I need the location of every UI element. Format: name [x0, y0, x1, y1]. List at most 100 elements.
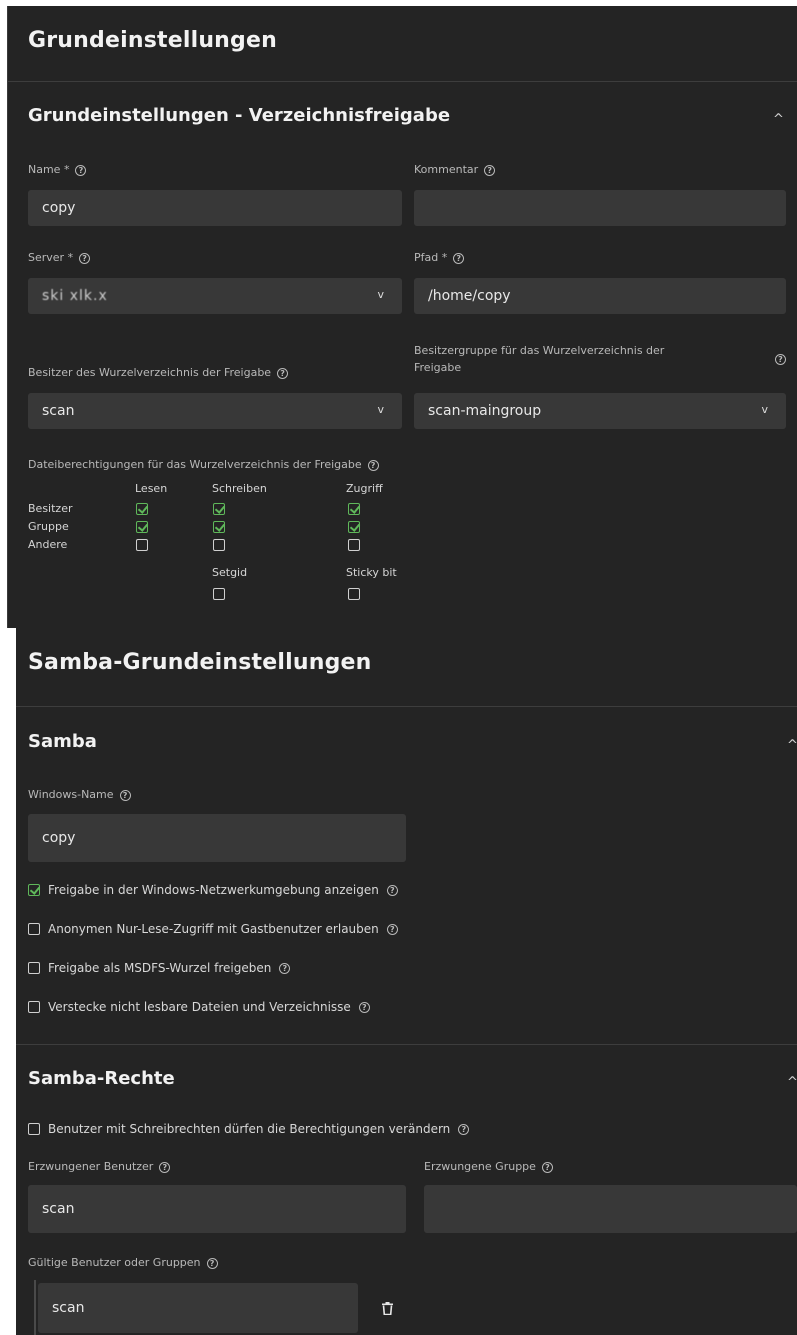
forced-group-label-text: Erzwungene Gruppe: [424, 1160, 536, 1173]
divider: [16, 1044, 797, 1045]
divider: [16, 706, 797, 707]
help-icon[interactable]: ?: [453, 252, 465, 264]
option-guest-ok[interactable]: Anonymen Nur-Lese-Zugriff mit Gastbenutz…: [28, 922, 398, 936]
option-label: Benutzer mit Schreibrechten dürfen die B…: [48, 1122, 451, 1136]
owner-group-label-line1: Besitzergruppe für das Wurzelverzeichnis…: [414, 344, 665, 357]
help-icon[interactable]: ?: [279, 962, 291, 974]
server-label-text: Server *: [28, 251, 74, 264]
perm-checkbox-group-exec[interactable]: [348, 521, 360, 533]
trash-icon[interactable]: [382, 1300, 393, 1319]
name-input[interactable]: copy: [28, 190, 402, 226]
help-icon[interactable]: ?: [358, 1001, 370, 1013]
option-label: Freigabe in der Windows-Netzwerkumgebung…: [48, 883, 379, 897]
windows-name-label: Windows-Name ?: [28, 788, 131, 802]
owner-group-select[interactable]: scan-maingroup v: [414, 393, 786, 429]
path-input[interactable]: /home/copy: [414, 278, 786, 314]
perm-checkbox-other-read[interactable]: [136, 539, 148, 551]
chevron-up-icon[interactable]: ^: [787, 738, 797, 753]
perm-checkbox-owner-exec[interactable]: [348, 503, 360, 515]
help-icon[interactable]: ?: [75, 164, 87, 176]
help-icon[interactable]: ?: [541, 1161, 553, 1173]
page-title: Grundeinstellungen: [28, 28, 277, 53]
help-icon[interactable]: ?: [206, 1257, 218, 1269]
help-icon[interactable]: ?: [484, 164, 496, 176]
owner-group-label-line2: Freigabe: [414, 361, 462, 374]
option-browseable[interactable]: Freigabe in der Windows-Netzwerkumgebung…: [28, 883, 398, 897]
owner-group-value: scan-maingroup: [428, 403, 542, 419]
perm-checkbox-other-exec[interactable]: [348, 539, 360, 551]
chevron-down-icon: v: [761, 403, 768, 416]
help-icon[interactable]: ?: [367, 459, 379, 471]
perm-row-group: Gruppe: [28, 520, 69, 533]
help-icon[interactable]: ?: [159, 1161, 171, 1173]
valid-users-label-text: Gültige Benutzer oder Gruppen: [28, 1256, 201, 1269]
help-icon[interactable]: ?: [458, 1123, 470, 1135]
windows-name-input[interactable]: copy: [28, 814, 406, 862]
forced-group-input[interactable]: [424, 1185, 797, 1233]
name-label-text: Name *: [28, 163, 70, 176]
permissions-label-text: Dateiberechtigungen für das Wurzelverzei…: [28, 458, 362, 471]
path-label: Pfad * ?: [414, 251, 465, 265]
forced-user-label: Erzwungener Benutzer ?: [28, 1160, 171, 1174]
help-icon[interactable]: ?: [119, 789, 131, 801]
checkbox[interactable]: [28, 962, 40, 974]
chevron-down-icon: v: [377, 403, 384, 416]
checkbox[interactable]: [28, 923, 40, 935]
help-icon[interactable]: ?: [775, 354, 786, 365]
comment-input[interactable]: [414, 190, 786, 226]
perm-col-write: Schreiben: [212, 482, 267, 495]
forced-user-input[interactable]: scan: [28, 1185, 406, 1233]
option-label: Verstecke nicht lesbare Dateien und Verz…: [48, 1000, 351, 1014]
chevron-down-icon: v: [377, 288, 384, 301]
chevron-up-icon[interactable]: ^: [787, 1075, 797, 1090]
perm-col-read: Lesen: [135, 482, 168, 495]
help-icon[interactable]: ?: [277, 367, 289, 379]
card-title-share: Grundeinstellungen - Verzeichnisfreigabe: [28, 105, 451, 126]
help-icon[interactable]: ?: [386, 923, 398, 935]
owner-label-text: Besitzer des Wurzelverzeichnis der Freig…: [28, 366, 272, 379]
card-title-samba: Samba: [28, 731, 97, 752]
perm-checkbox-group-write[interactable]: [213, 521, 225, 533]
divider: [8, 81, 797, 82]
owner-select[interactable]: scan v: [28, 393, 402, 429]
perm-row-other: Andere: [28, 538, 68, 551]
card-title-samba-rights: Samba-Rechte: [28, 1068, 175, 1089]
help-icon[interactable]: ?: [79, 252, 91, 264]
comment-label-text: Kommentar: [414, 163, 479, 176]
sticky-bit-label: Sticky bit: [346, 566, 397, 579]
owner-group-label: Besitzergruppe für das Wurzelverzeichnis…: [414, 344, 786, 375]
sticky-bit-checkbox[interactable]: [348, 588, 360, 600]
checkbox[interactable]: [28, 1123, 40, 1135]
forced-group-label: Erzwungene Gruppe ?: [424, 1160, 553, 1174]
help-icon[interactable]: ?: [386, 884, 398, 896]
windows-name-label-text: Windows-Name: [28, 788, 114, 801]
comment-label: Kommentar ?: [414, 163, 496, 177]
valid-users-label: Gültige Benutzer oder Gruppen ?: [28, 1256, 218, 1270]
basic-settings-panel: Grundeinstellungen Grundeinstellungen - …: [7, 6, 797, 628]
option-inherit-acls[interactable]: Benutzer mit Schreibrechten dürfen die B…: [28, 1122, 470, 1136]
forced-user-label-text: Erzwungener Benutzer: [28, 1160, 154, 1173]
server-select[interactable]: ski xlk.x v: [28, 278, 402, 314]
setgid-checkbox[interactable]: [213, 588, 225, 600]
option-label: Freigabe als MSDFS-Wurzel freigeben: [48, 961, 272, 975]
perm-checkbox-owner-write[interactable]: [213, 503, 225, 515]
setgid-label: Setgid: [212, 566, 248, 579]
list-indent-bar: [34, 1280, 36, 1335]
perm-row-owner: Besitzer: [28, 502, 73, 515]
perm-col-exec: Zugriff: [346, 482, 383, 495]
name-label: Name * ?: [28, 163, 87, 177]
option-hide-unreadable[interactable]: Verstecke nicht lesbare Dateien und Verz…: [28, 1000, 370, 1014]
option-label: Anonymen Nur-Lese-Zugriff mit Gastbenutz…: [48, 922, 379, 936]
chevron-up-icon[interactable]: ^: [773, 112, 784, 127]
owner-label: Besitzer des Wurzelverzeichnis der Freig…: [28, 366, 289, 380]
perm-checkbox-other-write[interactable]: [213, 539, 225, 551]
perm-checkbox-group-read[interactable]: [136, 521, 148, 533]
checkbox[interactable]: [28, 1001, 40, 1013]
option-msdfs-root[interactable]: Freigabe als MSDFS-Wurzel freigeben ?: [28, 961, 291, 975]
valid-users-input[interactable]: scan: [38, 1283, 358, 1333]
perm-checkbox-owner-read[interactable]: [136, 503, 148, 515]
server-label: Server * ?: [28, 251, 91, 265]
permissions-label: Dateiberechtigungen für das Wurzelverzei…: [28, 458, 379, 472]
checkbox[interactable]: [28, 884, 40, 896]
owner-value: scan: [42, 403, 75, 419]
